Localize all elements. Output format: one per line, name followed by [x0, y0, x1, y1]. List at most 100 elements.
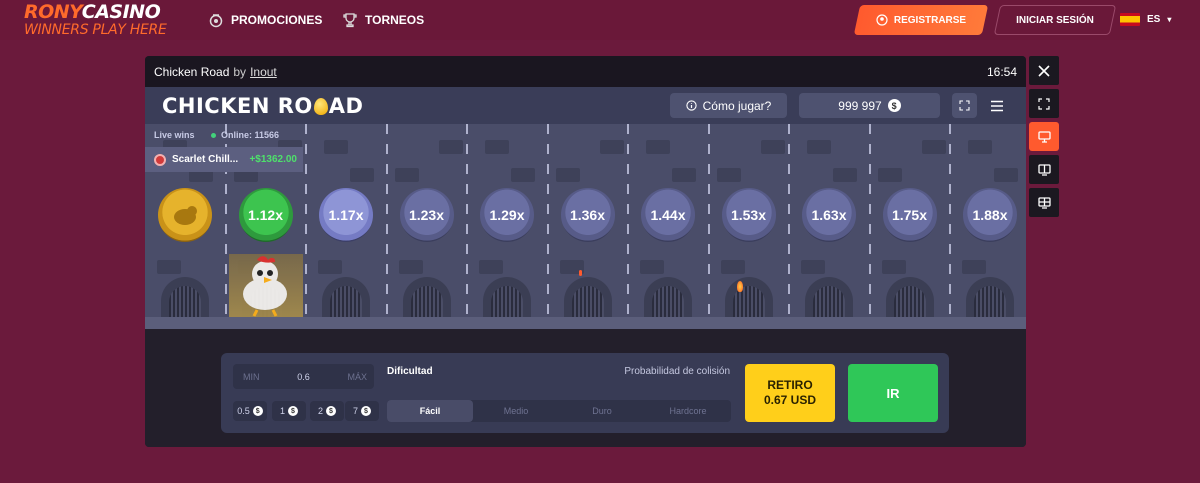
- multiplier-coin[interactable]: 1.23x: [399, 188, 454, 242]
- provider-link[interactable]: Inout: [250, 65, 277, 79]
- go-button[interactable]: IR: [848, 364, 938, 422]
- game-header: CHICKEN RO AD Cómo jugar? 999 997 $: [145, 87, 1026, 124]
- sewer-grate: [885, 277, 934, 317]
- egg-icon: [313, 98, 328, 115]
- multiplier-label: 1.88x: [972, 207, 1008, 223]
- road-brick: [968, 140, 992, 154]
- menu-button[interactable]: [990, 99, 1004, 117]
- multiplier-coin[interactable]: 1.75x: [882, 188, 937, 242]
- chicken-silhouette-icon: [174, 206, 197, 225]
- clock: 16:54: [986, 64, 1017, 79]
- cashout-button[interactable]: RETIRO 0.67 USD: [745, 364, 835, 422]
- monitor-icon: [1037, 130, 1051, 143]
- collision-probability-label: Probabilidad de colisión: [624, 366, 730, 377]
- balance-value: 999 997: [838, 98, 882, 113]
- lane-divider: [707, 124, 710, 316]
- user-circle-icon: [876, 14, 888, 26]
- online-text: Online: 11566: [221, 130, 280, 140]
- dollar-coin-icon: $: [326, 406, 336, 416]
- quick-bet-label: 0.5: [237, 406, 250, 416]
- nav-torneos-label: TORNEOS: [365, 13, 425, 27]
- difficulty-hard[interactable]: Duro: [559, 400, 645, 422]
- sewer-grate: [161, 277, 209, 317]
- difficulty-label: Dificultad: [387, 366, 433, 377]
- lane-divider: [949, 124, 951, 316]
- lane-divider: [627, 124, 629, 316]
- difficulty-hardcore[interactable]: Hardcore: [645, 400, 731, 422]
- trophy-icon: [343, 13, 357, 28]
- casino-logo[interactable]: RONYCASINO WINNERS PLAY HERE: [24, 1, 167, 38]
- lane-divider: [466, 124, 468, 316]
- fire-spark: [579, 270, 582, 276]
- how-to-play-button[interactable]: Cómo jugar?: [670, 93, 787, 118]
- road-brick: [485, 140, 509, 154]
- fire-flame: [737, 281, 743, 292]
- multiplier-coin[interactable]: 1.88x: [963, 188, 1017, 242]
- multiplier-coin[interactable]: 1.44x: [641, 188, 695, 242]
- road-brick: [921, 140, 946, 154]
- lane-divider: [385, 124, 388, 316]
- controls-area: MIN 0.6 MÁX 0.5 $ 1 $ 2 $ 7 $ Dificultad Pro…: [145, 329, 1026, 447]
- nav-torneos[interactable]: TORNEOS: [342, 12, 424, 28]
- by-text: by: [233, 64, 247, 79]
- multiplier-coin[interactable]: 1.17x: [319, 188, 373, 242]
- multiplier-coin[interactable]: 1.29x: [480, 188, 534, 242]
- difficulty-selector: Fácil Medio Duro Hardcore: [387, 400, 731, 422]
- control-panel: MIN 0.6 MÁX 0.5 $ 1 $ 2 $ 7 $ Dificultad Pro…: [221, 353, 949, 433]
- chicken-character: [229, 254, 303, 318]
- start-coin[interactable]: [158, 188, 212, 242]
- dollar-coin-icon: $: [288, 406, 298, 416]
- register-button[interactable]: REGISTRARSE: [857, 5, 985, 35]
- road-brick: [479, 260, 503, 274]
- bet-input[interactable]: MIN 0.6 MÁX: [233, 364, 374, 389]
- multiplier-coin[interactable]: 1.12x: [238, 188, 293, 242]
- quick-bet-0-5[interactable]: 0.5 $: [233, 401, 267, 421]
- fullscreen-side-button[interactable]: [1029, 89, 1059, 118]
- road-brick: [438, 140, 463, 154]
- multiplier-label: 1.36x: [569, 207, 606, 223]
- difficulty-easy[interactable]: Fácil: [387, 400, 473, 422]
- dollar-coin-icon: $: [361, 406, 371, 416]
- logo-casino: CASINO: [81, 1, 161, 23]
- logo-tagline: WINNERS PLAY HERE: [24, 22, 167, 38]
- road-brick: [318, 260, 342, 274]
- lane-divider: [305, 124, 307, 316]
- road-brick: [801, 260, 825, 274]
- road-brick: [511, 168, 535, 182]
- multiplier-label: 1.17x: [328, 207, 364, 223]
- winner-amount: +$1362.00: [249, 154, 297, 165]
- multiplier-coin[interactable]: 1.36x: [560, 188, 615, 242]
- road-brick: [760, 140, 785, 154]
- split-view-button[interactable]: [1029, 155, 1059, 184]
- language-selector[interactable]: ES ▾: [1120, 13, 1171, 26]
- grid-view-button[interactable]: [1029, 188, 1059, 217]
- multiplier-coin[interactable]: 1.63x: [802, 188, 856, 242]
- language-code: ES: [1147, 14, 1161, 25]
- multiplier-coin[interactable]: 1.53x: [721, 188, 776, 242]
- dollar-coin-icon: $: [887, 99, 901, 112]
- quick-bet-1[interactable]: 1 $: [272, 401, 306, 421]
- nav-promociones[interactable]: PROMOCIONES: [208, 12, 322, 28]
- difficulty-medium[interactable]: Medio: [473, 400, 559, 422]
- quick-bet-7[interactable]: 7 $: [345, 401, 379, 421]
- online-counter: Online: 11566: [211, 130, 279, 140]
- sewer-grate: [563, 277, 612, 317]
- login-button[interactable]: INICIAR SESIÓN: [997, 5, 1113, 35]
- fullscreen-button[interactable]: [952, 93, 977, 118]
- online-dot-icon: [211, 132, 216, 138]
- close-game-button[interactable]: [1029, 56, 1059, 85]
- road-brick: [398, 260, 423, 274]
- road-brick: [646, 140, 670, 154]
- game-logo: CHICKEN RO AD: [162, 94, 363, 118]
- lane-divider: [546, 124, 549, 316]
- winner-name: Scarlet Chill...: [172, 154, 239, 165]
- live-wins-label: Live wins: [154, 130, 195, 140]
- max-bet-button[interactable]: MÁX: [347, 372, 367, 382]
- desktop-view-button[interactable]: [1029, 122, 1059, 151]
- road-brick: [720, 260, 745, 274]
- multiplier-label: 1.44x: [650, 207, 686, 223]
- cashout-label: RETIRO: [767, 378, 813, 392]
- quick-bet-2[interactable]: 2 $: [310, 401, 344, 421]
- expand-icon: [1038, 97, 1050, 110]
- multiplier-label: 1.53x: [730, 207, 767, 223]
